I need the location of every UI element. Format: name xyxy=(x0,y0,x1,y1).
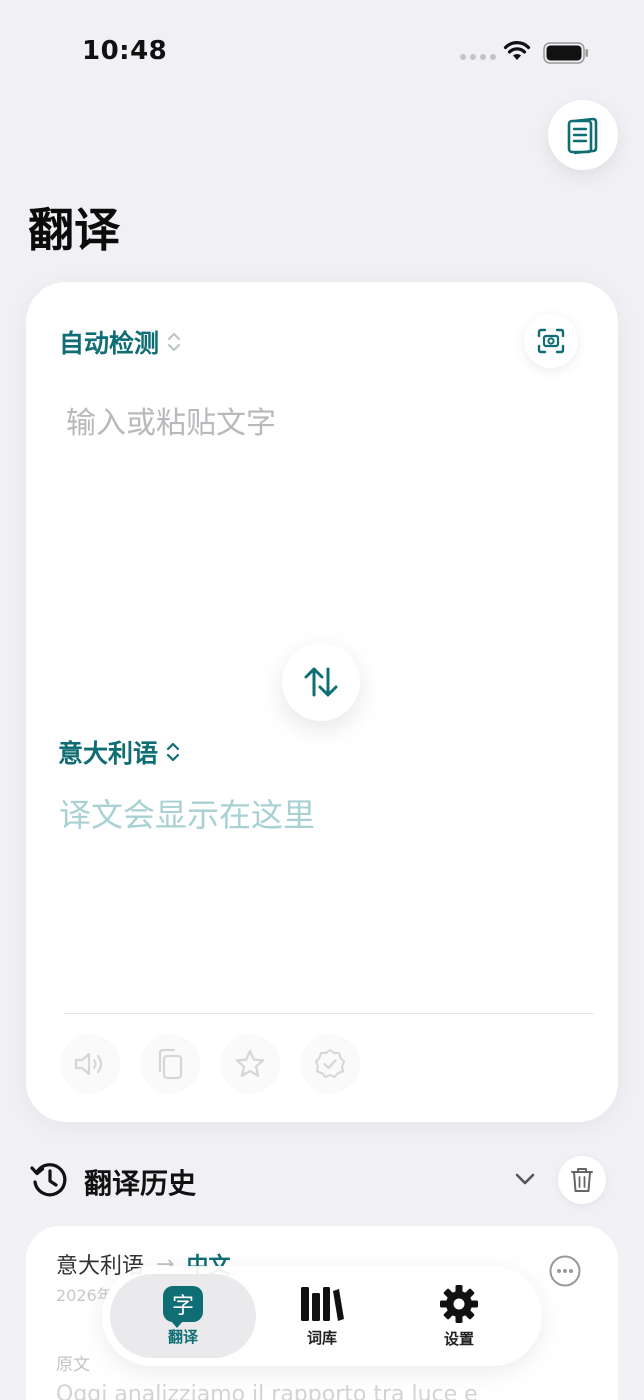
speak-button[interactable] xyxy=(60,1034,120,1094)
tab-library-label: 词库 xyxy=(306,1328,337,1347)
favorite-button[interactable] xyxy=(220,1034,280,1094)
page-title: 翻译 xyxy=(28,203,120,257)
translator-card: 自动检测 意大利语 译文会显示在这里 xyxy=(26,282,618,1122)
tab-settings-label: 设置 xyxy=(443,1329,474,1348)
camera-scan-icon xyxy=(537,328,565,354)
wifi-icon xyxy=(503,41,531,60)
history-title: 翻译历史 xyxy=(84,1167,197,1200)
swap-arrows-icon xyxy=(304,667,338,697)
chevron-down-icon[interactable] xyxy=(512,1166,538,1192)
history-original-text: Oggi analizziamo il rapporto tra luce e xyxy=(56,1382,478,1400)
camera-translate-button[interactable] xyxy=(524,314,578,368)
cellular-signal-icon xyxy=(460,54,496,60)
verified-badge-icon xyxy=(315,1049,345,1078)
source-language-selector[interactable]: 自动检测 xyxy=(59,324,181,360)
source-language-label: 自动检测 xyxy=(59,329,160,358)
status-time: 10:48 xyxy=(82,36,168,66)
battery-icon xyxy=(543,42,588,64)
history-clock-icon xyxy=(30,1163,67,1197)
tab-settings[interactable]: 设置 xyxy=(386,1274,532,1358)
gear-icon xyxy=(440,1284,478,1323)
output-toolbar xyxy=(60,1034,360,1094)
tab-library[interactable]: 词库 xyxy=(249,1274,395,1358)
phrasebook-button[interactable] xyxy=(548,100,618,170)
target-language-selector[interactable]: 意大利语 xyxy=(58,734,180,770)
speaker-icon xyxy=(74,1052,103,1076)
history-header: 翻译历史 xyxy=(30,1156,610,1204)
tab-bar: 字 翻译 词库 设置 xyxy=(102,1266,542,1366)
swap-languages-button[interactable] xyxy=(282,643,360,721)
divider xyxy=(64,1013,594,1014)
translate-zi-icon: 字 xyxy=(163,1285,203,1328)
book-icon xyxy=(567,117,598,155)
status-bar: 10:48 xyxy=(0,0,644,100)
tab-translate-label: 翻译 xyxy=(167,1327,198,1346)
copy-icon xyxy=(158,1048,183,1080)
copy-button[interactable] xyxy=(140,1034,200,1094)
translation-output: 译文会显示在这里 xyxy=(59,796,316,834)
chevron-up-down-icon xyxy=(168,333,181,351)
trash-icon xyxy=(571,1168,593,1192)
history-original-label: 原文 xyxy=(56,1355,90,1375)
books-icon xyxy=(301,1286,344,1321)
verify-button[interactable] xyxy=(300,1034,360,1094)
clear-history-button[interactable] xyxy=(558,1156,606,1204)
star-icon xyxy=(235,1049,265,1077)
target-language-label: 意大利语 xyxy=(58,739,159,768)
chevron-up-down-icon xyxy=(166,742,180,762)
source-text-input[interactable] xyxy=(66,398,576,518)
more-options-icon[interactable] xyxy=(548,1254,582,1288)
tab-translate[interactable]: 字 翻译 xyxy=(110,1274,256,1358)
